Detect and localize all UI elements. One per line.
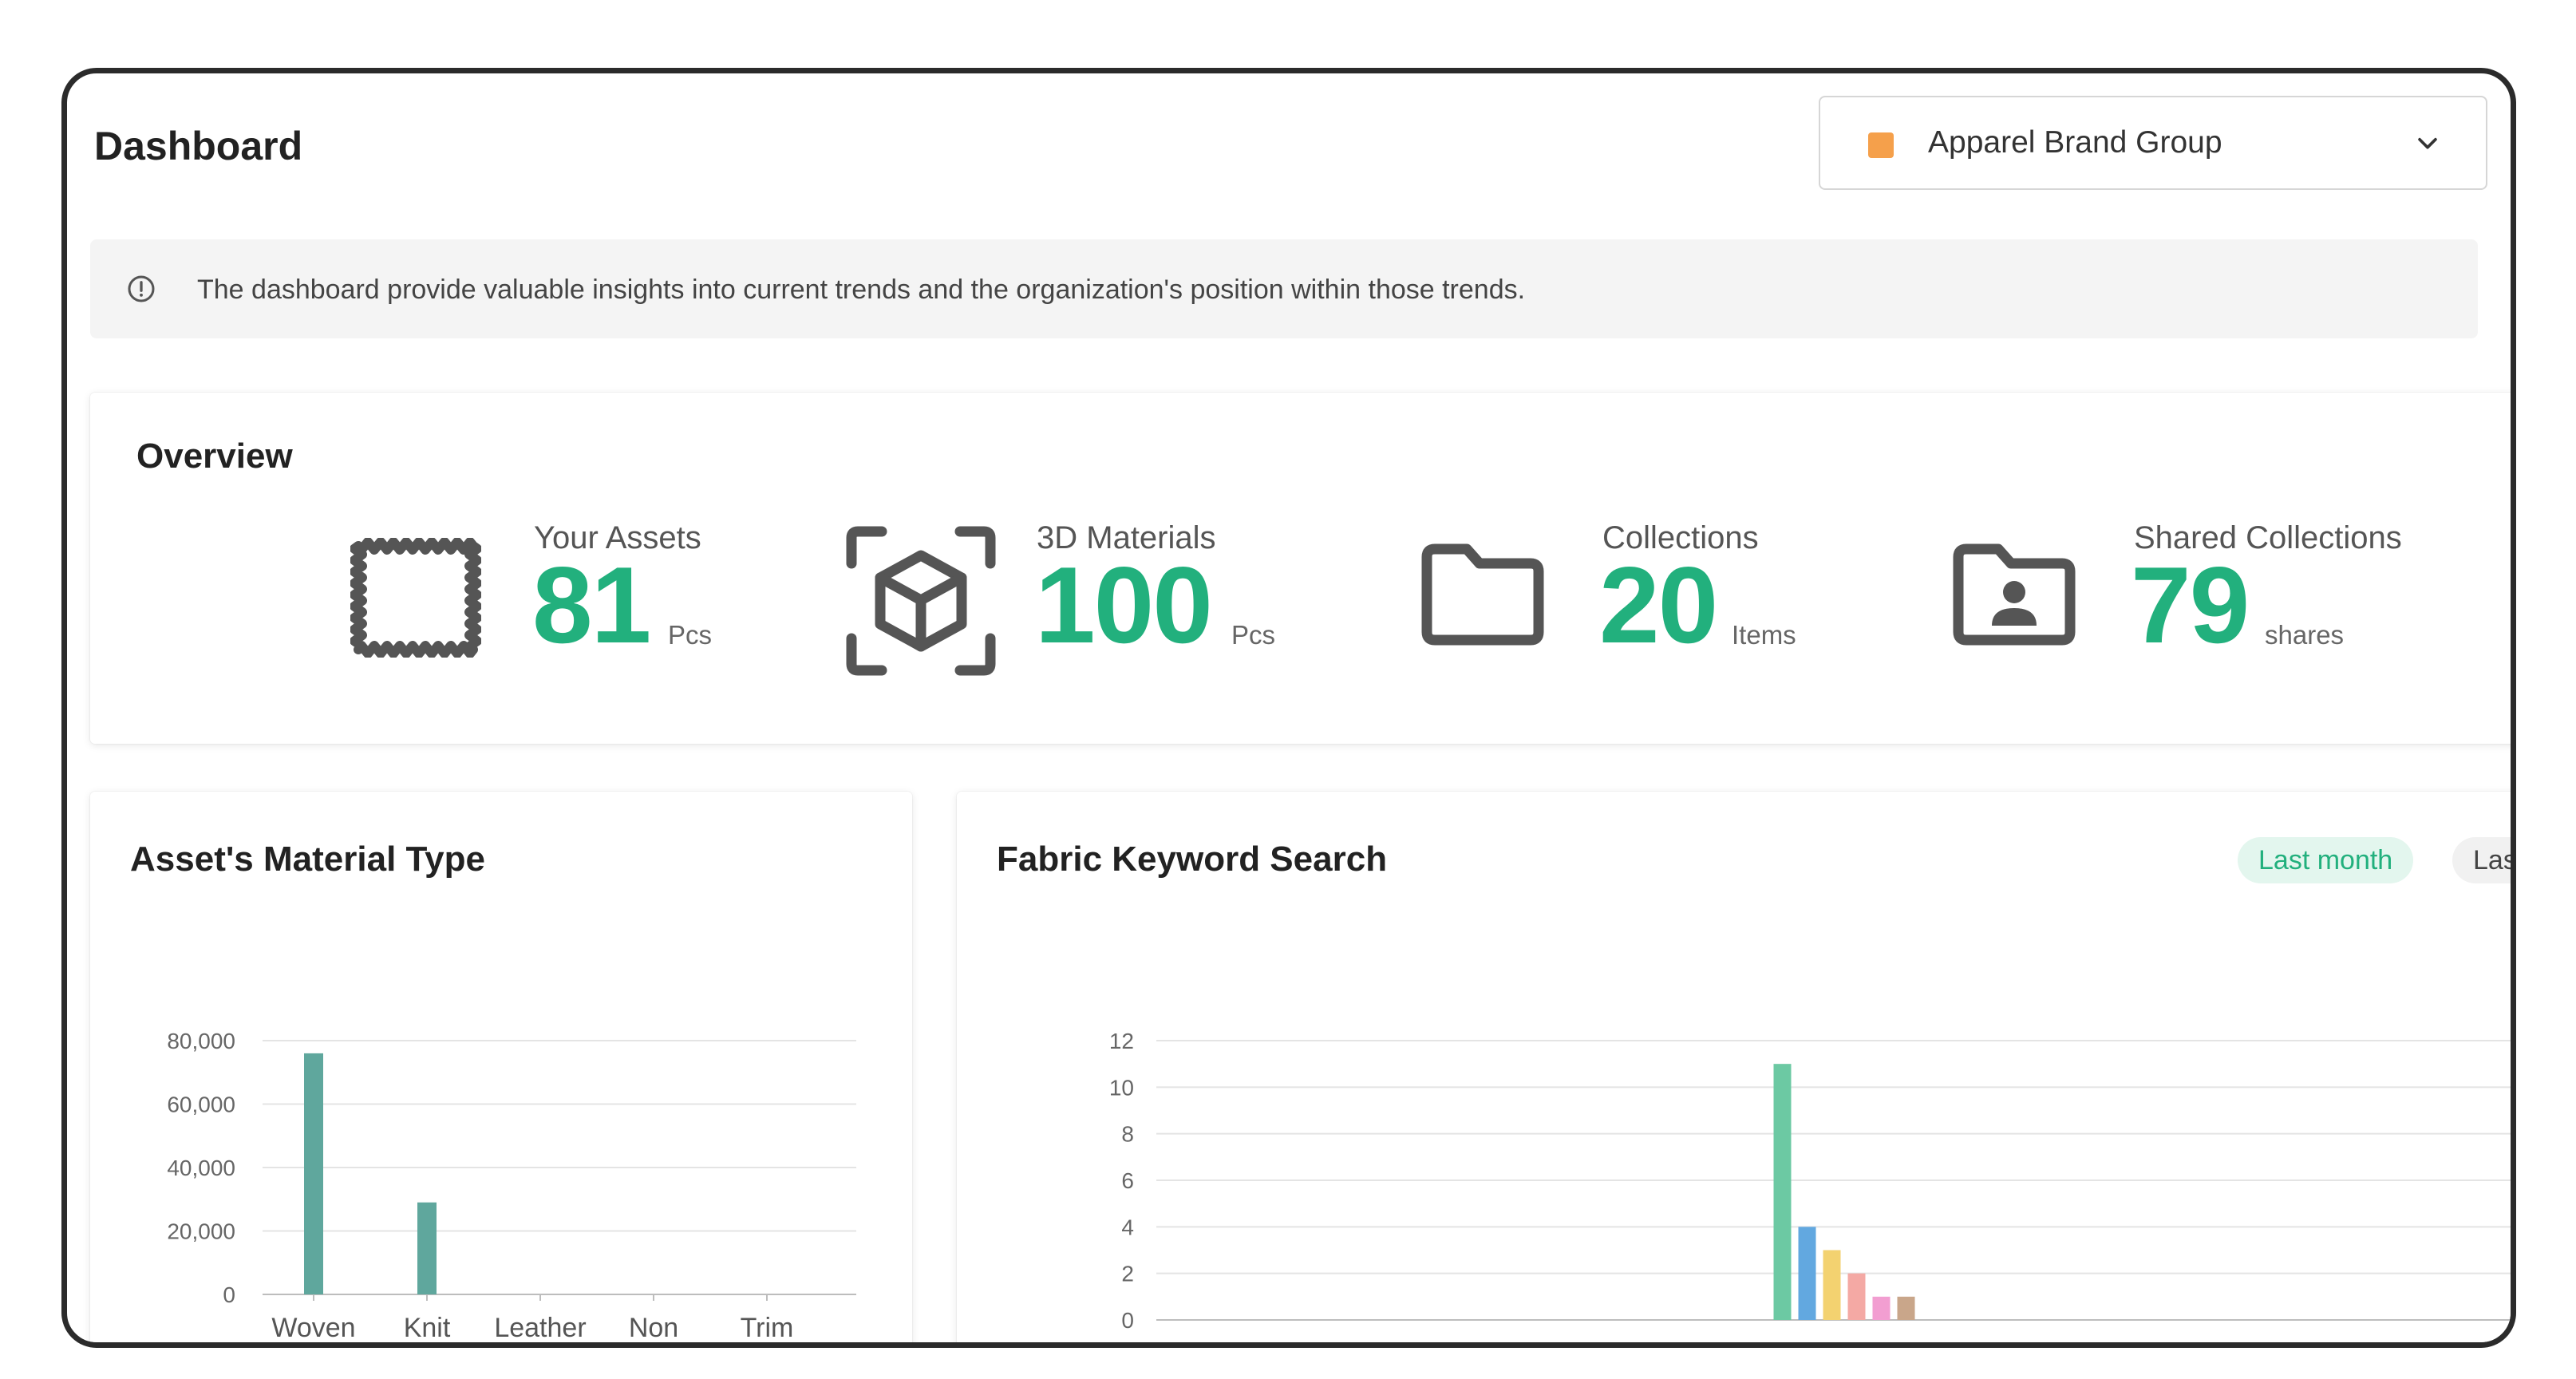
stat-unit: Pcs bbox=[668, 620, 713, 650]
fabric-swatch-icon bbox=[350, 538, 481, 658]
y-tick-label: 60,000 bbox=[167, 1093, 235, 1117]
stat-unit: Items bbox=[1732, 620, 1796, 650]
info-banner: The dashboard provide valuable insights … bbox=[90, 239, 2478, 338]
stat-your-assets[interactable]: Your Assets 81 Pcs bbox=[350, 520, 797, 680]
info-icon bbox=[128, 275, 155, 302]
y-tick-label: 2 bbox=[1121, 1262, 1134, 1286]
keyword-bar bbox=[1773, 1064, 1792, 1320]
chevron-down-icon bbox=[2418, 137, 2437, 149]
x-tick-label: 18/01/2025 - 17/02/2025 bbox=[1705, 1344, 2001, 1348]
stat-unit: shares bbox=[2265, 620, 2345, 650]
stat-value: 79 bbox=[2131, 544, 2250, 666]
y-tick-label: 12 bbox=[1109, 1029, 1134, 1053]
x-tick-label: Non Woven bbox=[611, 1313, 695, 1348]
app-window: Dashboard Apparel Brand Group The dashbo… bbox=[61, 68, 2516, 1348]
stat-value: 20 bbox=[1599, 544, 1718, 666]
material-type-chart: 0 20,000 40,000 60,000 80,000 Woven Knit Leathe… bbox=[167, 1029, 856, 1348]
overview-title: Overview bbox=[136, 437, 293, 476]
stat-value: 100 bbox=[1035, 544, 1213, 666]
keyword-bar bbox=[1823, 1250, 1841, 1320]
y-tick-label: 20,000 bbox=[167, 1219, 235, 1244]
stat-3d-materials[interactable]: 3D Materials 100 Pcs bbox=[845, 520, 1356, 680]
x-tick-label: Woven bbox=[271, 1313, 355, 1343]
material-type-card: Asset's Material Type 0 20,000 40,000 60,00… bbox=[90, 792, 912, 1348]
organization-select[interactable]: Apparel Brand Group bbox=[1819, 96, 2487, 190]
x-tick-label: Leather bbox=[494, 1313, 586, 1343]
y-tick-label: 10 bbox=[1109, 1075, 1134, 1100]
keyword-bar bbox=[1798, 1227, 1816, 1320]
stat-collections[interactable]: Collections 20 Items bbox=[1419, 520, 1914, 680]
keyword-bar bbox=[1872, 1296, 1891, 1320]
stat-shared-collections[interactable]: Shared Collections 79 shares bbox=[1950, 520, 2461, 680]
bar-woven bbox=[304, 1053, 323, 1294]
keyword-search-chart: 0 2 4 6 8 10 12 18/01/2025 - 17/02/2025 bbox=[1109, 1029, 2511, 1348]
folder-icon bbox=[1421, 543, 1544, 646]
y-tick-label: 0 bbox=[223, 1282, 235, 1307]
organization-color-swatch bbox=[1868, 132, 1894, 158]
x-tick-label: Knit bbox=[404, 1313, 451, 1343]
stat-unit: Pcs bbox=[1231, 620, 1276, 650]
keyword-bar bbox=[1847, 1273, 1866, 1320]
stat-value: 81 bbox=[532, 544, 651, 666]
y-tick-label: 40,000 bbox=[167, 1156, 235, 1180]
y-tick-label: 6 bbox=[1121, 1168, 1134, 1193]
keyword-bar bbox=[1897, 1296, 1915, 1320]
shared-folder-icon bbox=[1953, 543, 2076, 646]
cube-scan-icon bbox=[846, 526, 996, 676]
y-tick-label: 8 bbox=[1121, 1122, 1134, 1147]
y-tick-label: 4 bbox=[1121, 1215, 1134, 1239]
info-banner-text: The dashboard provide valuable insights … bbox=[197, 275, 1526, 305]
overview-card: Overview Your Assets 81 Pcs 3D Materials… bbox=[90, 393, 2511, 744]
organization-select-value: Apparel Brand Group bbox=[1928, 125, 2222, 160]
keyword-search-card: Fabric Keyword Search Last month Last 3 … bbox=[957, 792, 2511, 1348]
dashboard-page: Dashboard Apparel Brand Group The dashbo… bbox=[67, 73, 2511, 1342]
x-tick-label: Trim bbox=[741, 1313, 794, 1343]
bar-knit bbox=[417, 1202, 437, 1294]
page-title: Dashboard bbox=[94, 124, 303, 168]
y-tick-label: 0 bbox=[1121, 1308, 1134, 1333]
y-tick-label: 80,000 bbox=[167, 1029, 235, 1053]
